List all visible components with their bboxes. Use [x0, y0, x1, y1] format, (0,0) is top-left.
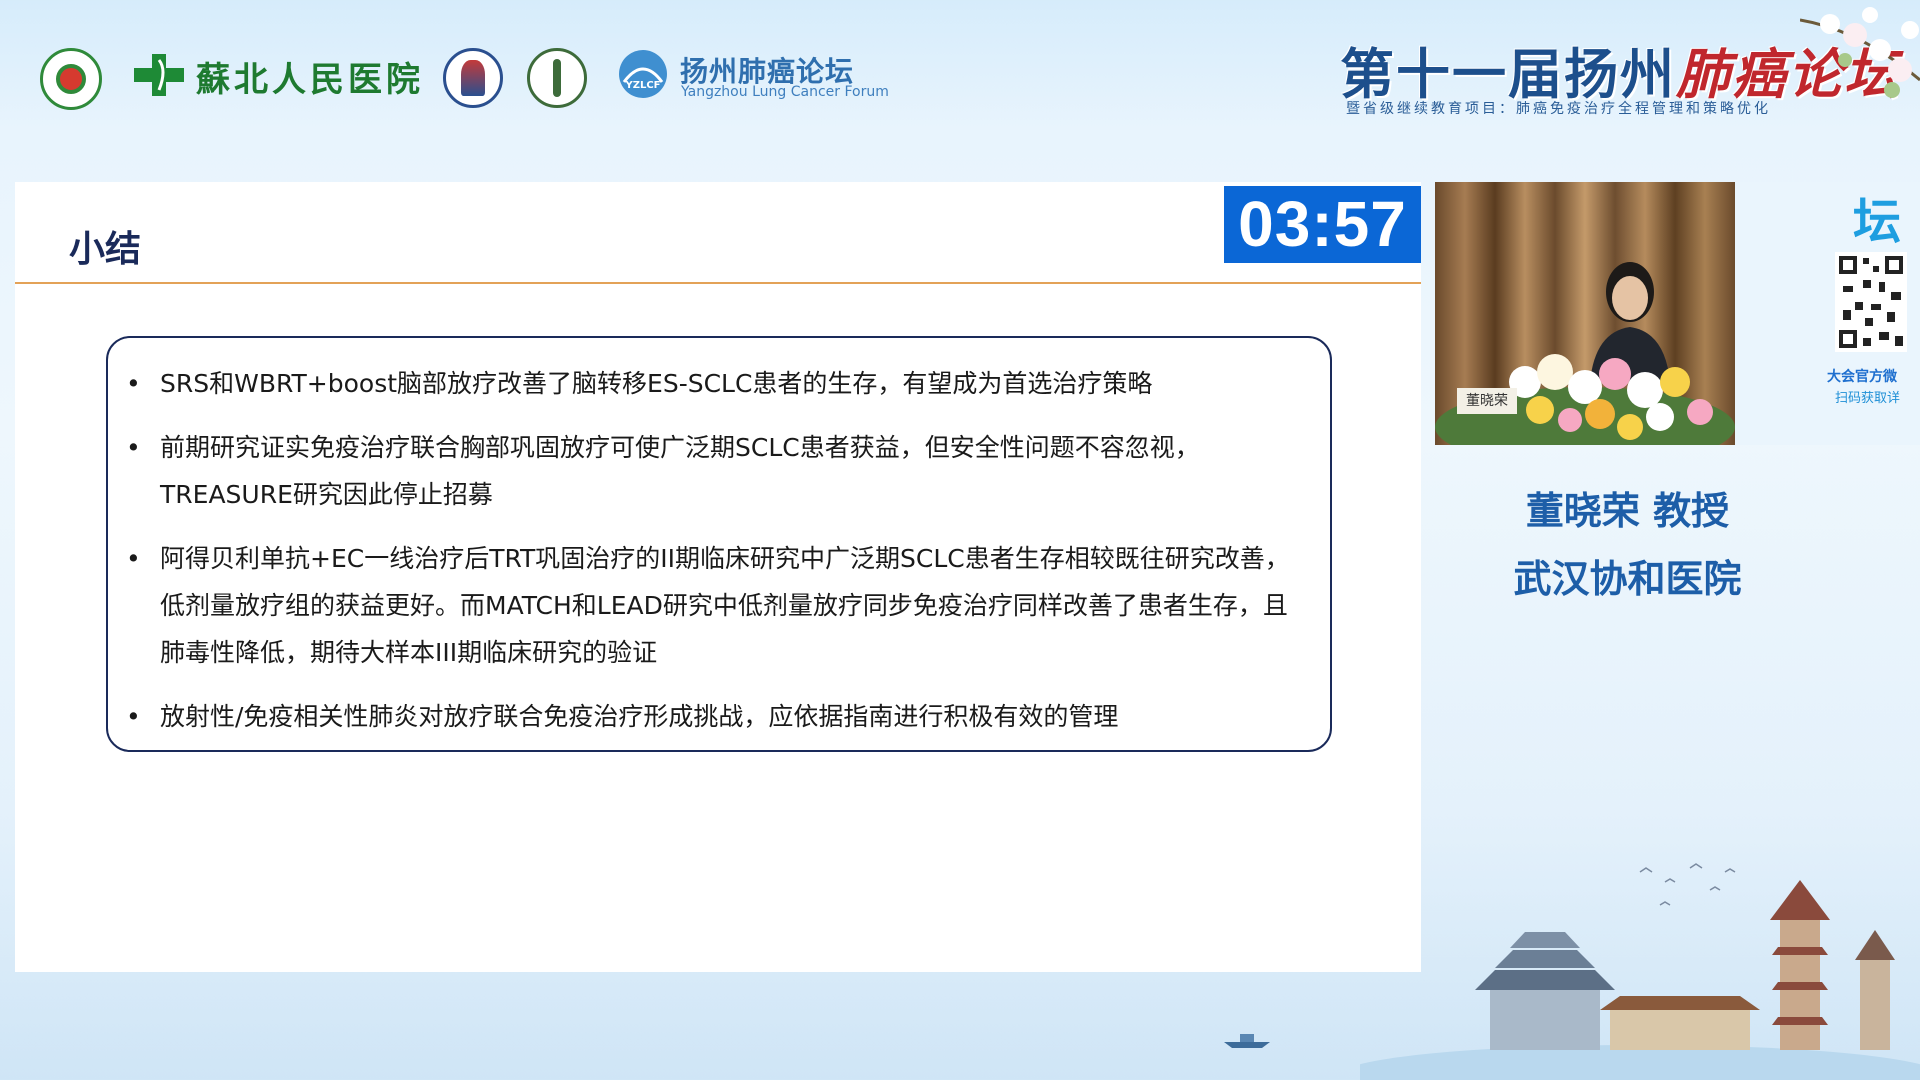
side-caption-official: 大会官方微 [1827, 369, 1897, 385]
summary-bullet: 放射性/免疫相关性肺炎对放疗联合免疫治疗形成挑战，应依据指南进行积极有效的管理 [126, 693, 1294, 740]
speaker-nameplate: 董晓荣 [1457, 388, 1517, 414]
title-divider [15, 282, 1421, 284]
event-title-prefix: 第十一届扬州 [1340, 42, 1676, 106]
forum-logo: YZLCF [614, 48, 672, 100]
countdown-timer: 03:57 [1224, 186, 1421, 263]
speaker-name: 董晓荣 教授 [1525, 489, 1730, 533]
blossom-decoration [1799, 0, 1920, 110]
medical-association-logo [527, 48, 587, 108]
conference-header: 蘇北人民医院 YZLCF 扬州肺癌论坛 Yangzhou Lung Cancer… [0, 0, 1920, 180]
side-caption-scan: 扫码获取详 [1835, 391, 1901, 406]
speaker-affiliation: 武汉协和医院 [1513, 557, 1742, 601]
slide-title: 小结 [69, 229, 142, 270]
summary-bullet: SRS和WBRT+boost脑部放疗改善了脑转移ES-SCLC患者的生存，有望成… [126, 360, 1294, 407]
side-info-strip: 坛 大会官方微 扫码获取详 [1735, 182, 1920, 445]
pagoda-scenery-decoration [1340, 860, 1920, 1080]
hospital-seal-logo [40, 48, 102, 110]
forum-abbr: YZLCF [624, 80, 660, 91]
boat-decoration [1222, 1030, 1272, 1050]
event-subtitle: 暨省级继续教育项目：肺癌免疫治疗全程管理和策略优化 [1346, 101, 1771, 117]
hospital-name: 蘇北人民医院 [196, 60, 424, 100]
medical-society-logo [443, 48, 503, 108]
side-char: 坛 [1853, 194, 1902, 250]
summary-bullet: 前期研究证实免疫治疗联合胸部巩固放疗可使广泛期SCLC患者获益，但安全性问题不容… [126, 424, 1294, 518]
summary-box: SRS和WBRT+boost脑部放疗改善了脑转移ES-SCLC患者的生存，有望成… [106, 336, 1332, 752]
slide-panel: 小结 03:57 SRS和WBRT+boost脑部放疗改善了脑转移ES-SCLC… [15, 182, 1421, 972]
forum-name-en: Yangzhou Lung Cancer Forum [681, 84, 889, 100]
qr-code-icon [1835, 252, 1907, 352]
speaker-video-feed: 董晓荣 [1435, 182, 1735, 445]
summary-bullet: 阿得贝利单抗+EC一线治疗后TRT巩固治疗的II期临床研究中广泛期SCLC患者生… [126, 535, 1294, 676]
green-cross-icon [132, 50, 188, 100]
